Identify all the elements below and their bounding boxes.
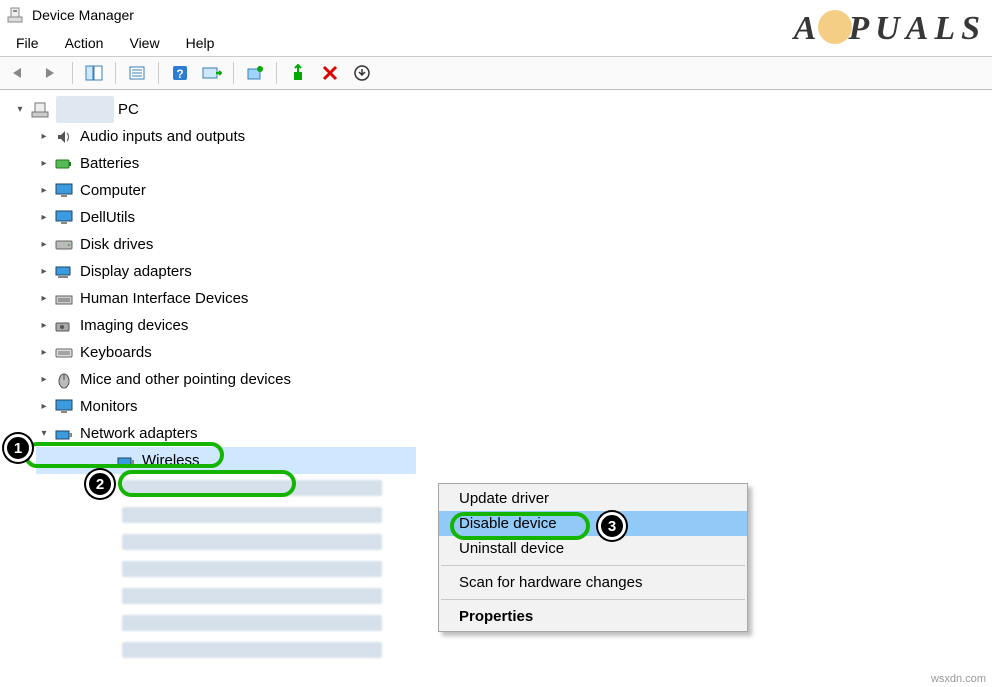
scan-hardware-button[interactable]: [197, 59, 227, 87]
audio-icon: [54, 127, 74, 147]
context-disable-device[interactable]: Disable device: [439, 511, 747, 536]
monitor-icon: [54, 397, 74, 417]
step-badge-2: 2: [86, 470, 114, 498]
context-separator: [441, 599, 745, 600]
chevron-right-icon[interactable]: ▸: [36, 318, 52, 334]
hid-icon: [54, 289, 74, 309]
network-adapter-icon: [54, 424, 74, 444]
keyboard-icon: [54, 343, 74, 363]
window-title: Device Manager: [32, 7, 134, 23]
tree-item-monitors[interactable]: ▸ Monitors: [6, 393, 992, 420]
tree-item-batteries[interactable]: ▸ Batteries: [6, 150, 992, 177]
wireless-label: Wireless: [142, 447, 200, 474]
chevron-right-icon[interactable]: ▸: [36, 291, 52, 307]
tree-view[interactable]: ▾ XXXXX PC ▸ Audio inputs and outputs ▸ …: [0, 90, 992, 687]
help-button[interactable]: ?: [165, 59, 195, 87]
enable-device-button[interactable]: [283, 59, 313, 87]
chevron-right-icon[interactable]: ▸: [36, 345, 52, 361]
step-badge-1: 1: [4, 434, 32, 462]
tree-item-hidden[interactable]: [36, 636, 992, 663]
menu-help[interactable]: Help: [176, 33, 225, 53]
tree-item-disk-drives[interactable]: ▸ Disk drives: [6, 231, 992, 258]
update-driver-button[interactable]: [240, 59, 270, 87]
mouse-icon: [54, 370, 74, 390]
context-separator: [441, 565, 745, 566]
disable-device-button[interactable]: [315, 59, 345, 87]
tree-item-imaging[interactable]: ▸ Imaging devices: [6, 312, 992, 339]
chevron-right-icon[interactable]: ▸: [36, 237, 52, 253]
tree-item-wireless[interactable]: Wireless: [36, 447, 416, 474]
camera-icon: [54, 316, 74, 336]
tree-root-label: PC: [118, 96, 139, 123]
back-button[interactable]: [4, 59, 34, 87]
chevron-right-icon[interactable]: ▸: [36, 183, 52, 199]
svg-text:?: ?: [176, 67, 183, 81]
forward-button[interactable]: [36, 59, 66, 87]
tree-item-mice[interactable]: ▸ Mice and other pointing devices: [6, 366, 992, 393]
app-icon: [6, 6, 24, 24]
network-adapter-icon: [116, 451, 136, 471]
monitor-icon: [54, 181, 74, 201]
context-scan-hardware[interactable]: Scan for hardware changes: [439, 570, 747, 595]
computer-name: XXXXX: [56, 96, 114, 123]
tree-item-display-adapters[interactable]: ▸ Display adapters: [6, 258, 992, 285]
context-menu: Update driver Disable device Uninstall d…: [438, 483, 748, 632]
chevron-right-icon[interactable]: ▸: [36, 372, 52, 388]
tree-item-dellutils[interactable]: ▸ DellUtils: [6, 204, 992, 231]
context-uninstall-device[interactable]: Uninstall device: [439, 536, 747, 561]
show-hide-console-button[interactable]: [79, 59, 109, 87]
chevron-down-icon[interactable]: ▾: [36, 426, 52, 442]
tree-item-network-adapters[interactable]: ▾ Network adapters: [6, 420, 992, 447]
tree-item-audio[interactable]: ▸ Audio inputs and outputs: [6, 123, 992, 150]
disk-icon: [54, 235, 74, 255]
tree-item-hid[interactable]: ▸ Human Interface Devices: [6, 285, 992, 312]
context-update-driver[interactable]: Update driver: [439, 486, 747, 511]
properties-button[interactable]: [122, 59, 152, 87]
chevron-right-icon[interactable]: ▸: [36, 264, 52, 280]
monitor-icon: [54, 208, 74, 228]
menu-file[interactable]: File: [6, 33, 49, 53]
computer-icon: [30, 100, 50, 120]
tree-root[interactable]: ▾ XXXXX PC: [6, 96, 992, 123]
chevron-right-icon[interactable]: ▸: [36, 129, 52, 145]
menu-action[interactable]: Action: [55, 33, 114, 53]
menu-bar: File Action View Help: [0, 30, 992, 56]
tree-item-keyboards[interactable]: ▸ Keyboards: [6, 339, 992, 366]
toolbar: ?: [0, 56, 992, 90]
battery-icon: [54, 154, 74, 174]
image-credit: wsxdn.com: [931, 673, 986, 685]
chevron-down-icon[interactable]: ▾: [12, 102, 28, 118]
context-properties[interactable]: Properties: [439, 604, 747, 629]
step-badge-3: 3: [598, 512, 626, 540]
menu-view[interactable]: View: [119, 33, 169, 53]
chevron-right-icon[interactable]: ▸: [36, 399, 52, 415]
tree-item-computer[interactable]: ▸ Computer: [6, 177, 992, 204]
title-bar: Device Manager: [0, 0, 992, 30]
uninstall-device-button[interactable]: [347, 59, 377, 87]
chevron-right-icon[interactable]: ▸: [36, 210, 52, 226]
chevron-right-icon[interactable]: ▸: [36, 156, 52, 172]
display-adapter-icon: [54, 262, 74, 282]
